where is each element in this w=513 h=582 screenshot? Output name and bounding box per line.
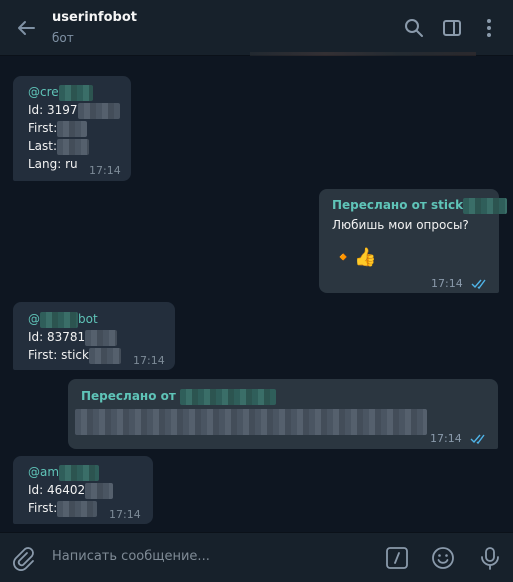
back-arrow-icon[interactable] — [12, 14, 40, 42]
redacted-block — [180, 388, 277, 405]
chat-title[interactable]: userinfobot — [52, 10, 137, 25]
message-time: 17:14 — [431, 277, 463, 290]
message-id-line: Id: 83781 — [28, 328, 175, 346]
lang-text: Lang: ru — [28, 157, 78, 171]
forwarded-header[interactable]: Переслано от — [81, 387, 498, 405]
redacted-block — [59, 464, 100, 481]
redacted-block — [463, 197, 508, 214]
redacted-block — [85, 329, 118, 346]
forward-label: Переслано от — [81, 389, 176, 403]
redacted-block — [40, 311, 78, 328]
forwarded-header[interactable]: Переслано от stick — [332, 196, 508, 214]
pinned-strip — [250, 52, 476, 56]
redacted-block — [57, 138, 90, 155]
chat-subtitle: бот — [52, 31, 74, 45]
message-id-line: Id: 3197 — [28, 101, 131, 119]
redacted-block — [85, 482, 114, 499]
message-first-line: First: — [28, 119, 131, 137]
username-suffix: bot — [78, 312, 98, 326]
redacted-block — [57, 500, 98, 517]
first-text: First: — [28, 121, 58, 135]
incoming-message[interactable]: @cre Id: 3197 First: Last: Lang: ru 17:1… — [13, 76, 131, 181]
redacted-block — [58, 84, 93, 101]
more-menu-icon[interactable] — [477, 16, 501, 40]
id-text: Id: 3197 — [28, 103, 78, 117]
message-input[interactable]: Написать сообщение... — [52, 549, 210, 564]
first-text: First: stick — [28, 348, 89, 362]
message-time: 17:14 — [109, 508, 141, 521]
incoming-message[interactable]: @am Id: 46402 First: 17:14 — [13, 456, 153, 524]
message-last-line: Last: — [28, 137, 131, 155]
message-time: 17:14 — [133, 354, 165, 367]
message-list: @cre Id: 3197 First: Last: Lang: ru 17:1… — [0, 57, 513, 532]
message-username[interactable]: @cre — [28, 83, 131, 101]
redacted-block — [75, 409, 427, 435]
read-checkmarks-icon — [470, 434, 485, 445]
bot-commands-icon[interactable] — [384, 545, 410, 571]
read-checkmarks-icon — [471, 279, 486, 290]
username-text: @am — [28, 465, 60, 479]
redacted-block — [57, 120, 88, 137]
emoji-smile-icon[interactable] — [430, 545, 456, 571]
chat-header: userinfobot бот — [0, 0, 513, 56]
id-text: Id: 83781 — [28, 330, 86, 344]
username-text: @ — [28, 312, 40, 326]
redacted-block — [77, 102, 120, 119]
sidebar-toggle-icon[interactable] — [440, 16, 464, 40]
message-time: 17:14 — [89, 164, 121, 177]
attach-paperclip-icon[interactable] — [10, 545, 36, 571]
last-text: Last: — [28, 139, 58, 153]
message-emoji: 🔸👍 — [332, 247, 377, 268]
message-text: Любишь мои опросы? — [332, 218, 469, 232]
username-text: @cre — [28, 85, 59, 99]
message-username[interactable]: @am — [28, 463, 153, 481]
redacted-block — [88, 347, 121, 364]
outgoing-message[interactable]: Переслано от stick Любишь мои опросы? 🔸👍… — [319, 189, 508, 293]
incoming-message[interactable]: @ bot Id: 83781 First: stick 17:14 — [13, 302, 175, 370]
message-time: 17:14 — [430, 432, 462, 445]
message-username[interactable]: @ bot — [28, 310, 175, 328]
message-composer: Написать сообщение... — [0, 532, 513, 582]
forward-label: Переслано от stick — [332, 198, 464, 212]
first-text: First: — [28, 501, 58, 515]
id-text: Id: 46402 — [28, 483, 86, 497]
search-icon[interactable] — [402, 16, 426, 40]
microphone-icon[interactable] — [477, 545, 503, 571]
message-id-line: Id: 46402 — [28, 481, 153, 499]
outgoing-message[interactable]: Переслано от 17:14 — [68, 379, 498, 449]
